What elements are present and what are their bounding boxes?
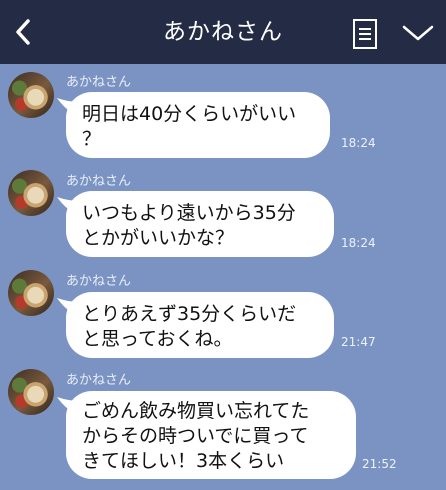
sender-name: あかねさん [66,174,132,189]
avatar[interactable] [8,369,54,415]
sender-name: あかねさん [66,274,132,289]
chevron-down-icon [402,25,434,41]
message-bubble[interactable]: ごめん飲み物買い忘れてた からその時ついでに買って きてほしい！3本くらい [66,391,356,479]
notes-button[interactable] [350,18,380,50]
chevron-left-icon [16,19,30,45]
message-time: 18:24 [341,136,376,150]
back-button[interactable] [8,16,40,48]
avatar[interactable] [8,170,54,216]
message-bubble[interactable]: とりあえず35分くらいだ と思っておくね。 [66,292,334,358]
chat-header: あかねさん [0,0,446,64]
sender-name: あかねさん [66,373,132,388]
notes-icon [353,19,377,49]
message-time: 21:52 [362,457,397,471]
message-time: 18:24 [341,236,376,250]
message-item: あかねさん 明日は40分くらいがいい ？ 18:24 [0,64,446,162]
avatar[interactable] [8,270,54,316]
message-item: あかねさん いつもより遠いから35分 とかがいいかな？ 18:24 [0,165,446,263]
avatar[interactable] [8,72,54,118]
message-bubble[interactable]: 明日は40分くらいがいい ？ [66,92,330,158]
dropdown-button[interactable] [400,20,436,46]
message-item: あかねさん ごめん飲み物買い忘れてた からその時ついでに買って きてほしい！3本… [0,364,446,490]
message-bubble[interactable]: いつもより遠いから35分 とかがいいかな？ [66,191,334,257]
message-item: あかねさん とりあえず35分くらいだ と思っておくね。 21:47 [0,265,446,363]
message-time: 21:47 [341,335,376,349]
sender-name: あかねさん [66,75,132,90]
